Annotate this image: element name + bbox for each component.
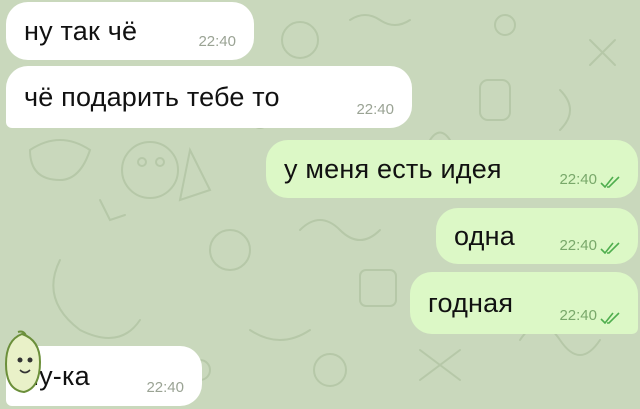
message-text: годная	[428, 287, 514, 318]
message-meta: 22:40	[198, 33, 236, 60]
message-meta: 22:40	[356, 101, 394, 128]
message-text: чё подарить тебе то	[24, 81, 280, 112]
double-check-icon	[600, 312, 620, 324]
message-meta: 22:40	[559, 307, 620, 334]
message-text: одна	[454, 220, 515, 251]
message-time: 22:40	[559, 307, 597, 324]
message-time: 22:40	[356, 101, 394, 118]
message-time: 22:40	[146, 379, 184, 396]
message-bubble-outgoing[interactable]: одна 22:40	[436, 208, 638, 264]
message-bubble-incoming[interactable]: ну так чё 22:40	[6, 2, 254, 60]
sticker-avatar-icon[interactable]	[0, 330, 46, 394]
message-time: 22:40	[559, 171, 597, 188]
message-text: ну так чё	[24, 15, 138, 46]
message-bubble-incoming[interactable]: чё подарить тебе то 22:40	[6, 66, 412, 128]
double-check-icon	[600, 176, 620, 188]
double-check-icon	[600, 242, 620, 254]
message-bubble-outgoing[interactable]: у меня есть идея 22:40	[266, 140, 638, 198]
message-bubble-outgoing[interactable]: годная 22:40	[410, 272, 638, 334]
message-meta: 22:40	[559, 237, 620, 264]
message-time: 22:40	[559, 237, 597, 254]
message-meta: 22:40	[559, 171, 620, 198]
message-time: 22:40	[198, 33, 236, 50]
message-text: у меня есть идея	[284, 153, 502, 184]
message-meta: 22:40	[146, 379, 184, 406]
